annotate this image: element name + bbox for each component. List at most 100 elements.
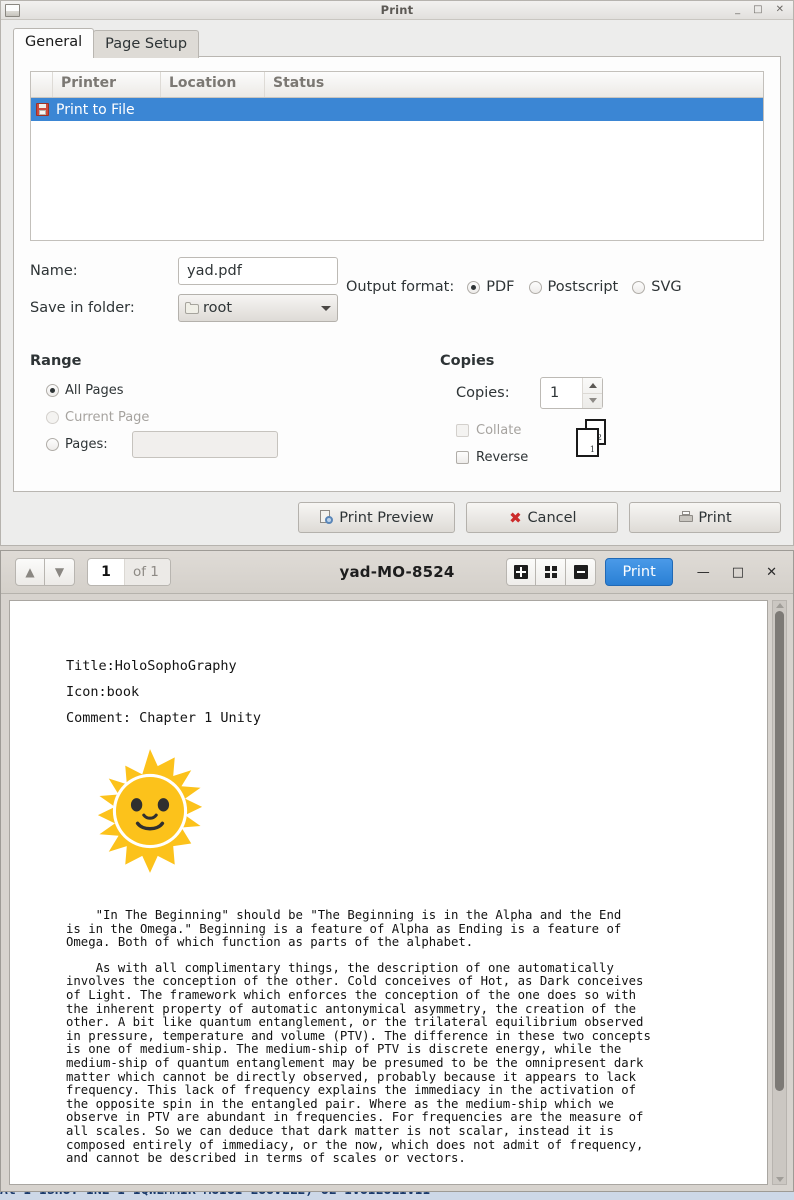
folder-row: Save in folder: root [30, 294, 764, 322]
print-dialog-body: General Page Setup Printer Location Stat… [1, 20, 793, 492]
column-header-icon [31, 72, 53, 97]
page-preview-front-number: 1 [589, 445, 595, 454]
column-header-location[interactable]: Location [161, 72, 265, 97]
print-preview-icon [319, 509, 335, 526]
cancel-x-icon: ✖ [509, 508, 522, 527]
radio-all-pages[interactable]: All Pages [46, 377, 426, 404]
background-window-text: Al I ISHU: INE I IQWEMMIR MUIUI EUUVLLE)… [0, 1192, 430, 1198]
column-header-printer[interactable]: Printer [53, 72, 161, 97]
zoom-out-button[interactable] [566, 558, 597, 586]
print-button[interactable]: Print [629, 502, 781, 533]
folder-icon [185, 302, 200, 314]
current-page-input[interactable]: 1 [88, 559, 124, 585]
radio-svg-label: SVG [651, 279, 682, 295]
output-format-group: Output format: PDF Postscript SVG [346, 279, 696, 295]
scroll-down-icon[interactable] [775, 1177, 784, 1182]
radio-current-page: Current Page [46, 404, 426, 431]
page-indicator[interactable]: 1 of 1 [87, 558, 171, 586]
radio-svg-icon [632, 280, 646, 294]
zoom-button-group [506, 558, 597, 586]
radio-all-pages-icon [46, 384, 59, 397]
page-preview-front: 1 [576, 428, 599, 457]
save-to-file-icon [36, 103, 49, 116]
radio-postscript-label: Postscript [547, 279, 619, 295]
document-paragraph: "In The Beginning" should be "The Beginn… [66, 908, 622, 950]
previous-page-button[interactable]: ▲ [15, 558, 45, 586]
radio-pdf-icon [467, 280, 481, 294]
printer-list[interactable]: Printer Location Status Print to File [30, 71, 764, 241]
radio-pdf-label: PDF [486, 279, 515, 295]
copies-checkboxes: Collate Reverse 2 1 [456, 417, 764, 471]
range-copies-area: Range All Pages Current Page Pages: Copi… [30, 353, 764, 471]
tab-bar: General Page Setup [13, 28, 781, 58]
document-page: Title:HoloSophoGraphy Icon:book Comment:… [9, 600, 768, 1185]
stepper-up-icon[interactable] [583, 378, 602, 393]
printer-name: Print to File [56, 101, 135, 118]
general-tab-panel: Printer Location Status Print to File Na… [13, 56, 781, 492]
document-meta-icon: Icon:book [66, 684, 140, 700]
print-dialog: Print _ □ ✕ General Page Setup Printer L… [0, 0, 794, 546]
page-order-preview-icon: 2 1 [576, 419, 608, 457]
collate-label: Collate [476, 423, 522, 438]
viewer-print-label: Print [622, 564, 656, 580]
copies-value: 1 [550, 385, 560, 401]
viewer-close-icon[interactable]: ✕ [766, 566, 777, 579]
chevron-down-icon [321, 305, 331, 311]
print-preview-label: Print Preview [339, 509, 434, 526]
radio-current-page-icon [46, 411, 59, 424]
radio-all-pages-label: All Pages [65, 383, 124, 398]
fit-page-icon [544, 565, 558, 579]
tab-general[interactable]: General [13, 28, 95, 57]
pages-input[interactable] [131, 431, 278, 458]
viewer-print-button[interactable]: Print [605, 558, 673, 586]
viewer-maximize-icon[interactable]: □ [732, 566, 744, 579]
document-paragraph: As with all complimentary things, the de… [66, 960, 651, 1166]
filename-input[interactable] [178, 257, 338, 285]
radio-output-pdf[interactable]: PDF [467, 279, 515, 295]
fit-page-button[interactable] [536, 558, 567, 586]
tab-page-setup[interactable]: Page Setup [93, 30, 200, 58]
background-window-strip: Al I ISHU: INE I IQWEMMIR MUIUI EUUVLLE)… [0, 1192, 794, 1200]
document-meta-title: Title:HoloSophoGraphy [66, 658, 237, 674]
document-meta-comment: Comment: Chapter 1 Unity [66, 710, 262, 726]
radio-output-svg[interactable]: SVG [632, 279, 682, 295]
viewer-minimize-icon[interactable]: — [697, 566, 710, 579]
reverse-label: Reverse [476, 450, 529, 465]
next-page-button[interactable]: ▼ [45, 558, 75, 586]
stepper-down-icon[interactable] [583, 392, 602, 409]
radio-pages[interactable]: Pages: [46, 437, 108, 452]
copies-group: Copies Copies: 1 Collate Reverse 2 1 [440, 353, 764, 471]
copies-label: Copies: [456, 385, 510, 401]
name-label: Name: [30, 263, 78, 279]
zoom-in-button[interactable] [506, 558, 537, 586]
print-preview-button[interactable]: Print Preview [298, 502, 455, 533]
print-label: Print [698, 509, 732, 526]
viewer-toolbar: ▲ ▼ 1 of 1 yad-MO-8524 Print — □ ✕ [1, 551, 793, 594]
print-dialog-title: Print [380, 3, 414, 17]
radio-output-postscript[interactable]: Postscript [528, 279, 619, 295]
radio-pages-label: Pages: [65, 437, 108, 452]
table-row[interactable]: Print to File [31, 98, 763, 121]
viewer-content: Title:HoloSophoGraphy Icon:book Comment:… [1, 594, 793, 1191]
collate-checkbox-icon [456, 424, 469, 437]
total-pages-label: of 1 [124, 559, 170, 585]
copies-title: Copies [440, 353, 495, 369]
zoom-in-icon [514, 565, 529, 579]
dialog-action-bar: Print Preview ✖ Cancel Print [1, 492, 793, 545]
scroll-up-icon[interactable] [775, 603, 784, 608]
radio-postscript-icon [528, 280, 542, 294]
viewer-window-controls: — □ ✕ [697, 566, 787, 579]
vertical-scrollbar[interactable] [772, 600, 787, 1185]
folder-combobox[interactable]: root [178, 294, 338, 322]
cancel-button[interactable]: ✖ Cancel [466, 502, 618, 533]
reverse-checkbox-icon [456, 451, 469, 464]
printer-icon [678, 510, 694, 526]
zoom-out-icon [573, 565, 588, 579]
column-header-status[interactable]: Status [265, 72, 763, 97]
copies-stepper[interactable]: 1 [540, 377, 603, 409]
cancel-label: Cancel [527, 509, 577, 526]
scrollbar-thumb[interactable] [775, 611, 784, 1091]
folder-value: root [203, 300, 233, 316]
radio-pages-icon [46, 438, 59, 451]
range-group: Range All Pages Current Page Pages: [30, 353, 440, 471]
